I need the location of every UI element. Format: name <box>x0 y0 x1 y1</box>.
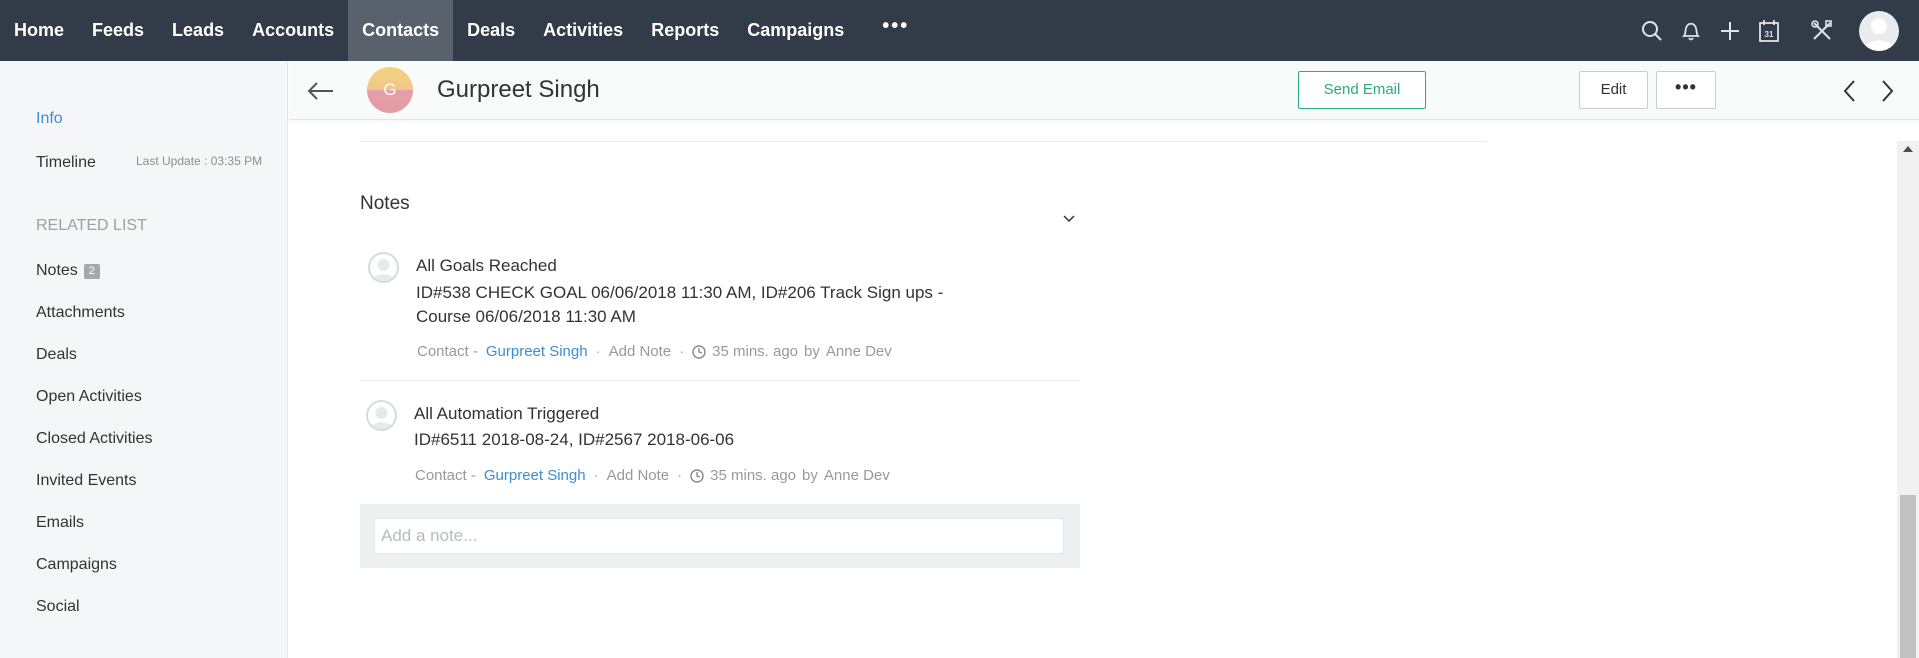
contact-avatar: G <box>367 67 413 113</box>
sidebar-item-label: Notes <box>36 262 78 279</box>
note-body-line: Course 06/06/2018 11:30 AM <box>416 307 636 326</box>
note-body: ID#6511 2018-08-24, ID#2567 2018-06-06 <box>414 428 734 452</box>
related-list-heading: RELATED LIST <box>36 217 147 234</box>
note-author-avatar <box>368 252 399 283</box>
nav-tab-leads[interactable]: Leads <box>158 0 238 61</box>
plus-icon[interactable] <box>1710 0 1749 61</box>
note-title: All Goals Reached <box>416 256 557 275</box>
note-by-label: by <box>804 343 820 360</box>
tools-icon[interactable] <box>1802 0 1841 61</box>
sidebar-item-info[interactable]: Info <box>36 110 63 128</box>
back-arrow-icon[interactable] <box>305 75 337 107</box>
record-header-bar: G Gurpreet Singh Send Email Edit ••• <box>289 61 1919 120</box>
notes-count-badge: 2 <box>83 264 100 279</box>
note-parent-type: Contact - <box>417 343 478 360</box>
note-body-line: ID#538 CHECK GOAL 06/06/2018 11:30 AM, I… <box>416 283 944 302</box>
more-actions-button[interactable]: ••• <box>1656 71 1716 109</box>
add-note-link[interactable]: Add Note <box>607 467 670 484</box>
nav-tab-home[interactable]: Home <box>0 0 78 61</box>
vertical-scrollbar[interactable] <box>1897 141 1919 658</box>
note-parent-type: Contact - <box>415 467 476 484</box>
nav-tab-deals[interactable]: Deals <box>453 0 529 61</box>
search-icon[interactable] <box>1632 0 1671 61</box>
user-avatar[interactable] <box>1859 10 1899 51</box>
main-nav-tabs: Home Feeds Leads Accounts Contacts Deals… <box>0 0 933 61</box>
previous-record-icon[interactable] <box>1837 77 1863 105</box>
clock-icon <box>690 468 704 483</box>
note-item: All Automation Triggered ID#6511 2018-08… <box>360 400 1080 490</box>
nav-tab-campaigns[interactable]: Campaigns <box>733 0 858 61</box>
note-parent-link[interactable]: Gurpreet Singh <box>486 343 588 360</box>
note-title: All Automation Triggered <box>414 404 600 423</box>
note-by-label: by <box>802 467 818 484</box>
sidebar-item-attachments[interactable]: Attachments <box>36 304 125 322</box>
note-body-line: ID#6511 2018-08-24, ID#2567 2018-06-06 <box>414 430 735 449</box>
sidebar-item-social[interactable]: Social <box>36 598 80 616</box>
note-body: ID#538 CHECK GOAL 06/06/2018 11:30 AM, I… <box>416 281 943 329</box>
sidebar-item-deals[interactable]: Deals <box>36 346 77 364</box>
calendar-icon[interactable]: 31 <box>1749 0 1788 61</box>
sidebar-item-open-activities[interactable]: Open Activities <box>36 388 142 406</box>
meta-separator: · <box>595 343 601 360</box>
nav-tab-reports[interactable]: Reports <box>637 0 733 61</box>
left-sidebar: Info Timeline Last Update : 03:35 PM REL… <box>0 61 288 658</box>
add-note-container <box>360 504 1080 568</box>
add-note-input[interactable] <box>374 518 1064 554</box>
nav-tab-feeds[interactable]: Feeds <box>78 0 158 61</box>
meta-separator: · <box>677 467 683 484</box>
sidebar-item-timeline[interactable]: Timeline <box>36 154 96 172</box>
meta-separator: · <box>679 343 685 360</box>
nav-tab-accounts[interactable]: Accounts <box>238 0 348 61</box>
calendar-day-text: 31 <box>1764 30 1773 39</box>
contact-name: Gurpreet Singh <box>437 76 600 103</box>
scroll-up-arrow-icon[interactable] <box>1897 141 1919 159</box>
section-divider <box>360 141 1487 142</box>
note-author-avatar <box>366 400 397 431</box>
top-navigation-bar: Home Feeds Leads Accounts Contacts Deals… <box>0 0 1919 61</box>
sidebar-item-closed-activities[interactable]: Closed Activities <box>36 430 153 448</box>
send-email-button[interactable]: Send Email <box>1298 71 1426 109</box>
meta-separator: · <box>593 467 599 484</box>
sidebar-item-invited-events[interactable]: Invited Events <box>36 472 137 490</box>
note-meta: Contact - Gurpreet Singh · Add Note · 35… <box>417 343 892 360</box>
note-meta: Contact - Gurpreet Singh · Add Note · 35… <box>415 467 890 484</box>
sidebar-item-notes[interactable]: Notes 2 <box>36 262 100 280</box>
scrollbar-thumb[interactable] <box>1900 495 1916 658</box>
bell-icon[interactable] <box>1671 0 1710 61</box>
clock-icon <box>692 344 706 359</box>
note-item: All Goals Reached ID#538 CHECK GOAL 06/0… <box>360 252 1080 362</box>
chevron-down-icon[interactable] <box>1060 210 1078 228</box>
sidebar-item-campaigns[interactable]: Campaigns <box>36 556 117 574</box>
sidebar-item-emails[interactable]: Emails <box>36 514 84 532</box>
nav-tab-activities[interactable]: Activities <box>529 0 637 61</box>
note-parent-link[interactable]: Gurpreet Singh <box>484 467 586 484</box>
edit-button[interactable]: Edit <box>1579 71 1648 109</box>
note-divider <box>360 380 1080 381</box>
note-time: 35 mins. ago <box>712 343 799 360</box>
nav-tab-contacts[interactable]: Contacts <box>348 0 454 61</box>
notes-section-title: Notes <box>360 193 410 214</box>
last-update-text: Last Update : 03:35 PM <box>136 154 263 168</box>
next-record-icon[interactable] <box>1874 77 1900 105</box>
note-time: 35 mins. ago <box>710 467 797 484</box>
top-right-toolbar: 31 <box>1632 0 1919 61</box>
add-note-link[interactable]: Add Note <box>609 343 672 360</box>
note-author: Anne Dev <box>825 343 892 360</box>
note-author: Anne Dev <box>823 467 890 484</box>
nav-more-button[interactable]: ••• <box>858 0 933 61</box>
